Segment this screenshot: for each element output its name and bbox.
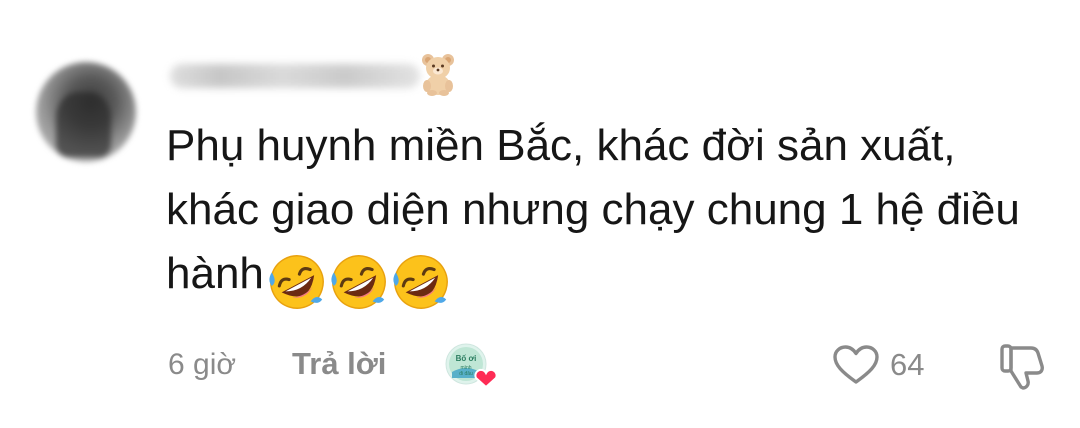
- comment-timestamp: 6 giờ: [168, 348, 237, 381]
- rolling-on-floor-laughing-icon: [269, 255, 324, 310]
- comment-footer: 6 giờ Trả lời Bố ơi mình đi đâu 64: [0, 336, 1080, 396]
- creator-avatar-with-heart-icon: Bố ơi mình đi đâu: [445, 343, 498, 389]
- commenter-avatar[interactable]: [36, 62, 136, 162]
- username-blurred: [170, 64, 420, 88]
- like-count: 64: [890, 347, 925, 382]
- comment-item: Phụ huynh miền Bắc, khác đời sản xuất, k…: [0, 0, 1080, 428]
- teddy-bear-icon: [422, 54, 454, 96]
- svg-text:đi đâu: đi đâu: [459, 371, 473, 377]
- comment-text: Phụ huynh miền Bắc, khác đời sản xuất, k…: [166, 114, 1046, 313]
- thumbs-down-outline-icon[interactable]: [998, 342, 1046, 392]
- emoji-group: [266, 248, 452, 313]
- commenter-username[interactable]: [170, 58, 420, 92]
- reply-button[interactable]: Trả lời: [292, 346, 386, 382]
- heart-outline-icon[interactable]: [832, 344, 880, 386]
- rolling-on-floor-laughing-icon: [331, 255, 386, 310]
- rolling-on-floor-laughing-icon: [393, 255, 448, 310]
- svg-text:Bố ơi: Bố ơi: [456, 354, 477, 363]
